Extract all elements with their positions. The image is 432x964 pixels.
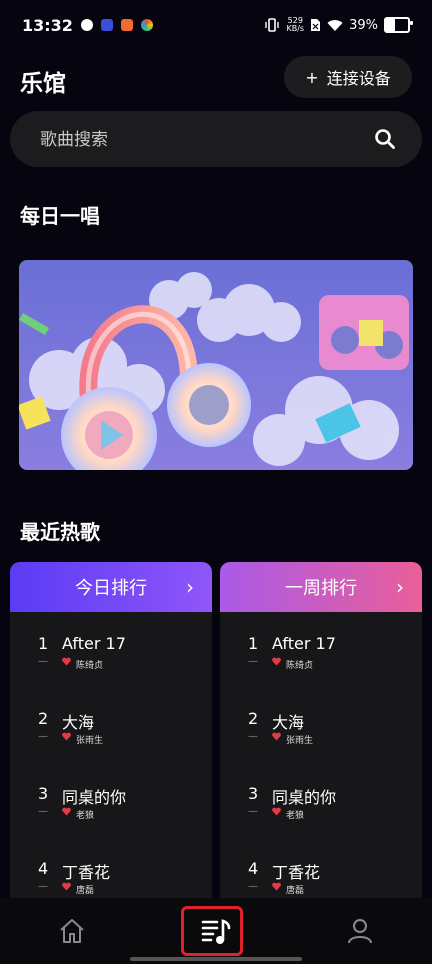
song-rank: 3 [248, 784, 259, 803]
song-dash: — [38, 806, 48, 817]
home-indicator [130, 957, 302, 961]
list-item[interactable]: 3 同桌的你 — 老狼 [220, 784, 422, 844]
list-item[interactable]: 2 大海 — 张雨生 [10, 709, 212, 769]
song-title: 大海 [62, 713, 95, 732]
battery-percent: 39% [349, 17, 378, 33]
chevron-right-icon: › [186, 575, 194, 599]
song-rank: 2 [248, 709, 259, 728]
vibrate-icon [265, 18, 280, 32]
song-title: 大海 [272, 713, 305, 732]
list-item[interactable]: 4 丁香花 — 唐磊 [220, 859, 422, 902]
list-item[interactable]: 2 大海 — 张雨生 [220, 709, 422, 769]
heart-icon [272, 732, 281, 741]
song-title: 丁香花 [62, 863, 111, 882]
plus-icon: + [305, 67, 319, 87]
song-rank: 4 [248, 859, 259, 878]
notification-icon [100, 19, 113, 31]
connect-device-label: 连接设备 [326, 69, 391, 88]
chevron-right-icon: › [396, 575, 404, 599]
list-item[interactable]: 3 同桌的你 — 老狼 [10, 784, 212, 844]
notification-icon [140, 19, 153, 31]
daily-banner[interactable] [19, 260, 413, 470]
hot-section-title: 最近热歌 [20, 520, 100, 544]
song-rank: 1 [248, 634, 259, 653]
notification-icon [80, 19, 93, 31]
song-title: 同桌的你 [62, 788, 127, 807]
song-dash: — [248, 806, 258, 817]
today-ranking-title: 今日排行 [75, 578, 147, 599]
status-time: 13:32 [22, 15, 73, 35]
week-ranking-header[interactable]: 一周排行 › [220, 562, 422, 612]
song-dash: — [248, 656, 258, 667]
nav-profile[interactable] [288, 898, 432, 964]
page-title: 乐馆 [20, 71, 66, 97]
song-title: After 17 [62, 634, 126, 653]
song-artist: 陈绮贞 [76, 661, 104, 671]
song-artist: 老狼 [286, 811, 305, 821]
song-title: 同桌的你 [272, 788, 337, 807]
connect-device-button[interactable]: + 连接设备 [284, 56, 412, 98]
song-dash: — [38, 656, 48, 667]
list-item[interactable]: 1 After 17 — 陈绮贞 [10, 634, 212, 694]
heart-icon [62, 657, 71, 666]
song-artist: 唐磊 [286, 886, 305, 896]
song-rank: 4 [38, 859, 49, 878]
status-bar: 13:32 529 KB/s 39% [0, 0, 432, 50]
song-rank: 1 [38, 634, 49, 653]
header: 乐馆 + 连接设备 [0, 56, 432, 102]
today-ranking-header[interactable]: 今日排行 › [10, 562, 212, 612]
home-icon [60, 919, 84, 943]
song-dash: — [38, 731, 48, 742]
net-speed: 529 KB/s [286, 17, 304, 33]
heart-icon [272, 807, 281, 816]
song-dash: — [248, 881, 258, 892]
week-ranking-title: 一周排行 [285, 578, 357, 599]
heart-icon [272, 657, 281, 666]
today-ranking-card[interactable]: 今日排行 › 1 After 17 — 陈绮贞 2 大海 — 张雨生 3 同桌的… [10, 562, 212, 902]
profile-icon [348, 919, 372, 944]
song-artist: 老狼 [76, 811, 95, 821]
song-artist: 张雨生 [76, 736, 104, 746]
net-speed-unit: KB/s [286, 24, 305, 33]
heart-icon [62, 732, 71, 741]
song-artist: 唐磊 [76, 886, 95, 896]
heart-icon [272, 882, 281, 891]
song-artist: 陈绮贞 [286, 661, 314, 671]
song-rank: 3 [38, 784, 49, 803]
song-artist: 张雨生 [286, 736, 314, 746]
notification-icon [120, 19, 133, 31]
wifi-icon [327, 19, 343, 31]
banner-illustration [19, 260, 413, 470]
battery-icon [384, 17, 413, 33]
song-dash: — [248, 731, 258, 742]
week-ranking-card[interactable]: 一周排行 › 1 After 17 — 陈绮贞 2 大海 — 张雨生 3 同桌的… [220, 562, 422, 902]
search-icon[interactable] [374, 128, 396, 150]
search-input[interactable] [38, 111, 362, 169]
no-sim-icon [311, 19, 321, 31]
heart-icon [62, 807, 71, 816]
song-title: After 17 [272, 634, 336, 653]
search-bar[interactable] [10, 111, 422, 169]
song-title: 丁香花 [272, 863, 321, 882]
selection-highlight [181, 906, 243, 956]
song-dash: — [38, 881, 48, 892]
heart-icon [62, 882, 71, 891]
nav-home[interactable] [0, 898, 144, 964]
list-item[interactable]: 1 After 17 — 陈绮贞 [220, 634, 422, 694]
daily-section-title: 每日一唱 [20, 204, 100, 228]
song-rank: 2 [38, 709, 49, 728]
list-item[interactable]: 4 丁香花 — 唐磊 [10, 859, 212, 902]
